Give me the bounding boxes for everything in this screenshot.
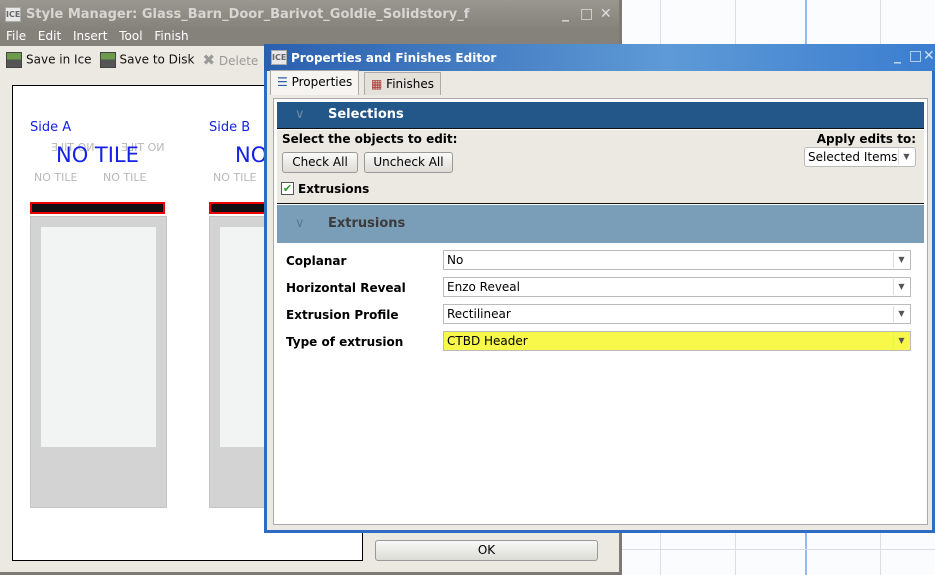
minimize-icon[interactable]: _ (894, 48, 901, 64)
tab-properties[interactable]: ☰ Properties (270, 70, 360, 95)
no-tile-label: NO TILE (213, 171, 257, 184)
delete-x-icon: ✖ (202, 51, 216, 69)
close-icon[interactable]: ✕ (923, 48, 935, 64)
type-of-extrusion-value: CTBD Header (447, 334, 528, 348)
selections-header[interactable]: ∨ Selections (277, 102, 924, 129)
style-manager-title-bar[interactable]: ICE Style Manager: Glass_Barn_Door_Bariv… (0, 0, 619, 29)
select-objects-prompt: Select the objects to edit: (282, 132, 458, 146)
chevron-down-icon: ∨ (295, 216, 305, 231)
coplanar-value: No (447, 253, 464, 267)
horizontal-reveal-value: Enzo Reveal (447, 280, 520, 294)
properties-panel: ∨ Selections Select the objects to edit: … (273, 98, 928, 525)
extrusion-profile-label: Extrusion Profile (286, 308, 399, 322)
menu-file[interactable]: File (6, 29, 26, 43)
extrusion-profile-dropdown[interactable]: Rectilinear ▼ (443, 304, 911, 324)
coplanar-label: Coplanar (286, 254, 347, 268)
extrusion-profile-value: Rectilinear (447, 307, 511, 321)
header-bar-side-b[interactable] (209, 202, 269, 214)
uncheck-all-button[interactable]: Uncheck All (364, 152, 453, 173)
chevron-down-icon: ▼ (898, 149, 914, 165)
save-in-ice-button[interactable]: Save in Ice (6, 52, 92, 68)
save-to-disk-button[interactable]: Save to Disk (99, 52, 195, 68)
window-title: Style Manager: Glass_Barn_Door_Barivot_G… (26, 7, 470, 22)
menu-edit[interactable]: Edit (38, 29, 61, 43)
list-icon: ☰ (277, 75, 288, 89)
type-of-extrusion-label: Type of extrusion (286, 335, 404, 349)
chevron-down-icon: ▼ (893, 306, 909, 322)
editor-title-bar[interactable]: ICE Properties and Finishes Editor _ □ ✕ (264, 44, 935, 71)
editor-title: Properties and Finishes Editor (291, 51, 497, 65)
selections-title: Selections (328, 107, 404, 122)
maximize-icon[interactable]: □ (580, 6, 593, 22)
menu-finish[interactable]: Finish (154, 29, 188, 43)
header-bar-side-a[interactable] (30, 202, 165, 214)
minimize-icon[interactable]: _ (562, 6, 569, 22)
chevron-down-icon: ▼ (893, 279, 909, 295)
apply-edits-label: Apply edits to: (816, 132, 916, 146)
toolbar: Save in Ice Save to Disk ✖ Delete (6, 51, 258, 69)
horizontal-reveal-label: Horizontal Reveal (286, 281, 406, 295)
chevron-down-icon: ∨ (295, 107, 305, 122)
tab-finishes[interactable]: ▦ Finishes (364, 72, 441, 95)
menu-insert[interactable]: Insert (73, 29, 107, 43)
disk-icon (99, 52, 116, 68)
chevron-down-icon: ▼ (893, 252, 909, 268)
ice-app-icon: ICE (5, 7, 21, 22)
tab-finishes-label: Finishes (386, 77, 434, 91)
tab-properties-label: Properties (291, 75, 353, 89)
extrusions-checkbox-label: Extrusions (298, 182, 370, 196)
disk-icon (6, 52, 22, 68)
door-side-a[interactable] (30, 216, 167, 508)
delete-button[interactable]: ✖ Delete (202, 51, 258, 69)
color-grid-icon: ▦ (371, 77, 383, 91)
maximize-icon[interactable]: □ (909, 48, 922, 64)
menu-tool[interactable]: Tool (119, 29, 142, 43)
horizontal-reveal-dropdown[interactable]: Enzo Reveal ▼ (443, 277, 911, 297)
no-tile-side-a: NO TILE (56, 143, 139, 167)
no-tile-label: NO TILE (34, 171, 78, 184)
apply-edits-value: Selected Items (808, 150, 898, 164)
delete-label: Delete (218, 54, 259, 68)
extrusions-header[interactable]: ∨ Extrusions (277, 205, 924, 243)
coplanar-dropdown[interactable]: No ▼ (443, 250, 911, 270)
chevron-down-icon: ▼ (893, 333, 909, 349)
no-tile-side-b: NO (235, 143, 268, 167)
save-to-disk-label: Save to Disk (119, 52, 195, 67)
extrusions-title: Extrusions (328, 216, 406, 231)
close-icon[interactable]: ✕ (600, 6, 612, 22)
properties-finishes-editor-dialog: ICE Properties and Finishes Editor _ □ ✕… (264, 44, 935, 533)
save-in-ice-label: Save in Ice (26, 52, 92, 67)
ice-app-icon: ICE (271, 50, 287, 65)
side-b-label: Side B (209, 120, 251, 135)
extrusions-checkbox[interactable]: ✔ (281, 182, 294, 195)
ok-button[interactable]: OK (375, 540, 598, 561)
check-all-button[interactable]: Check All (282, 152, 358, 173)
type-of-extrusion-dropdown[interactable]: CTBD Header ▼ (443, 331, 911, 351)
apply-edits-dropdown[interactable]: Selected Items ▼ (804, 147, 916, 167)
side-a-label: Side A (30, 120, 72, 135)
no-tile-label: NO TILE (103, 171, 147, 184)
selections-body: Select the objects to edit: Check All Un… (277, 130, 924, 204)
